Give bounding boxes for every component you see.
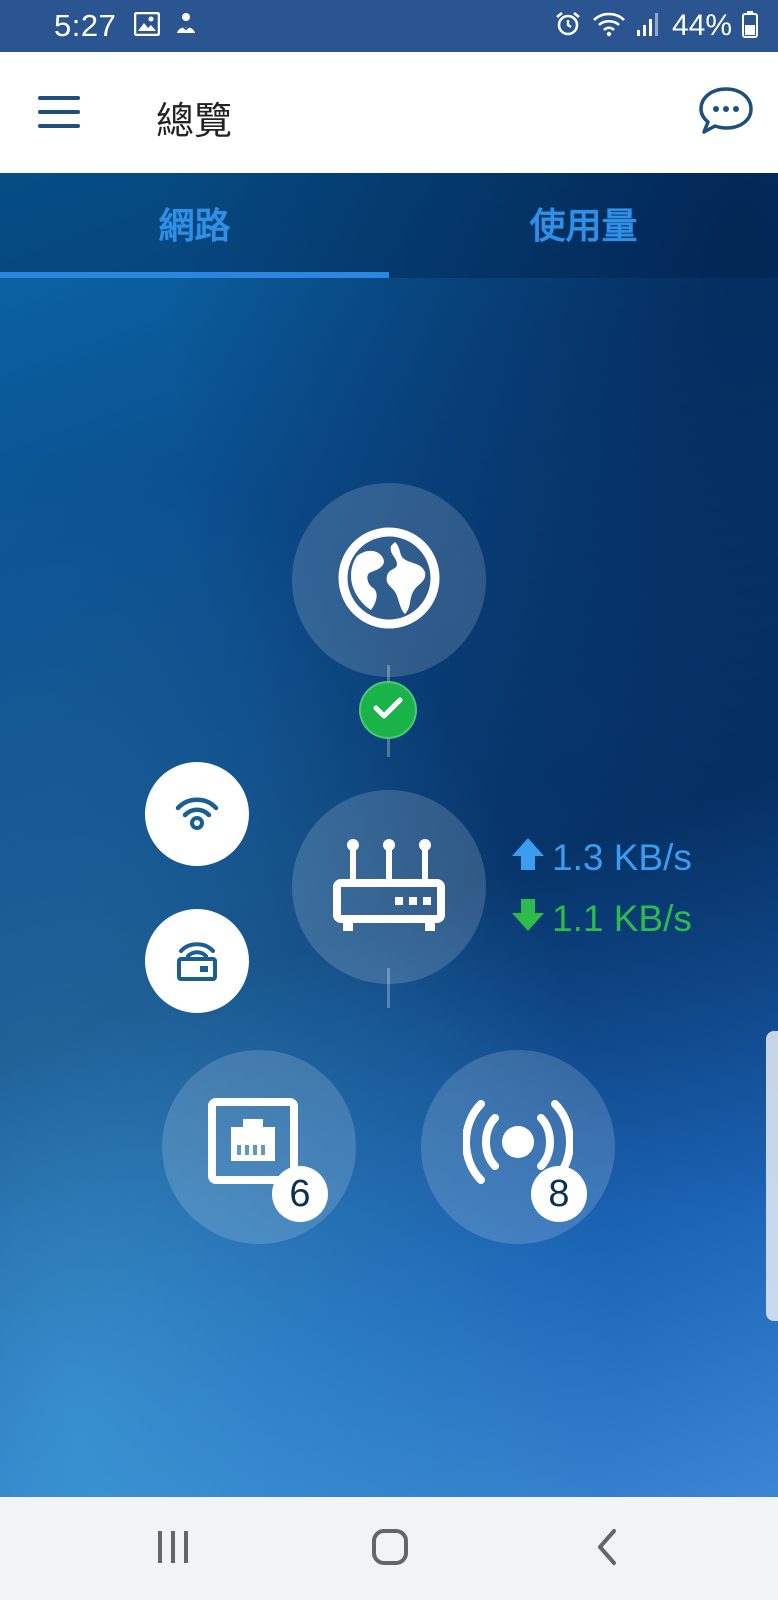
connection-ok-badge — [359, 681, 417, 739]
download-speed-value: 1.1 KB/s — [552, 898, 692, 939]
upload-speed: 1.3 KB/s — [512, 837, 692, 879]
guest-network-icon — [173, 937, 221, 985]
page-title: 總覽 — [156, 99, 233, 143]
tab-network[interactable]: 網路 — [0, 173, 389, 278]
app-bar: 總覽 — [0, 52, 778, 173]
signal-icon — [636, 10, 662, 43]
upload-arrow-icon — [512, 837, 544, 879]
check-icon — [373, 696, 403, 724]
gallery-notification-icon — [134, 11, 161, 41]
router-icon — [333, 837, 445, 937]
internet-node[interactable] — [292, 483, 486, 677]
wifi-icon — [174, 792, 220, 836]
router-node[interactable] — [292, 790, 486, 984]
upload-speed-value: 1.3 KB/s — [552, 837, 692, 878]
wifi-status-icon — [592, 10, 626, 43]
side-drawer-handle[interactable] — [766, 1031, 778, 1321]
menu-icon[interactable] — [38, 96, 82, 130]
tab-usage[interactable]: 使用量 — [389, 173, 778, 278]
download-speed: 1.1 KB/s — [512, 898, 692, 940]
recent-apps-button[interactable] — [155, 1527, 191, 1571]
status-time: 5:27 — [54, 8, 117, 43]
wired-clients-node[interactable]: 6 — [162, 1050, 356, 1244]
app-notification-icon — [174, 11, 198, 42]
download-arrow-icon — [512, 898, 544, 940]
guest-network-button[interactable] — [145, 909, 249, 1013]
wired-client-count: 6 — [272, 1166, 328, 1222]
home-button[interactable] — [370, 1527, 410, 1571]
back-button[interactable] — [594, 1527, 620, 1571]
wireless-client-count: 8 — [531, 1166, 587, 1222]
wifi-settings-button[interactable] — [145, 762, 249, 866]
battery-icon — [742, 10, 758, 43]
system-nav-bar — [0, 1497, 778, 1600]
overview-main: 網路 使用量 1.3 KB/s 1.1 KB/s 6 8 — [0, 173, 778, 1497]
globe-icon — [337, 526, 441, 634]
alarm-icon — [554, 10, 582, 43]
tab-bar: 網路 使用量 — [0, 173, 778, 278]
wireless-clients-node[interactable]: 8 — [421, 1050, 615, 1244]
status-bar: 5:27 44% — [0, 0, 778, 52]
battery-percent: 44% — [671, 9, 732, 42]
chat-icon[interactable] — [698, 86, 754, 136]
